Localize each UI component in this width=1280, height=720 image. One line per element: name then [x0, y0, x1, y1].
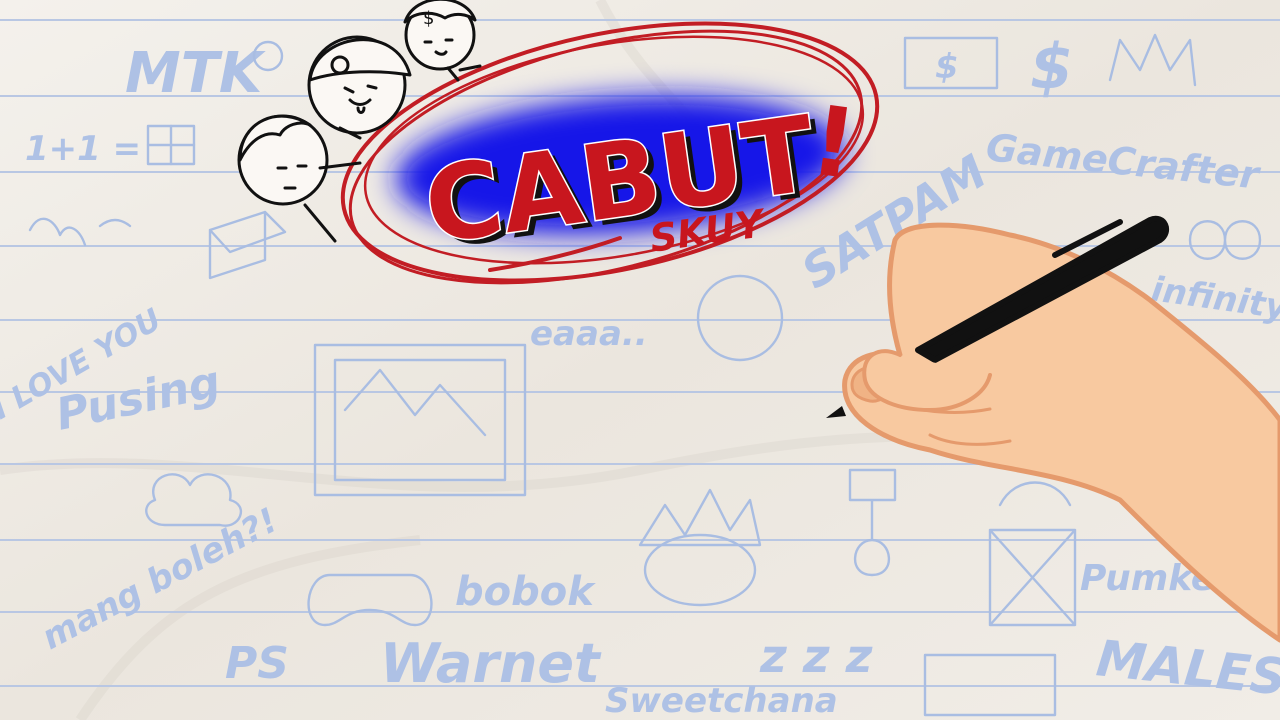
doodle-bobok: bobok	[455, 569, 596, 615]
doodle-sweet: Sweetchana	[605, 681, 838, 720]
scene-canvas: MTK 1+1 = I LOVE YOU Pusing eaaa.. mang …	[0, 0, 1280, 720]
doodle-eaaa: eaaa..	[530, 314, 648, 354]
doodle-math: 1+1 =	[25, 129, 141, 169]
game-scene: MTK 1+1 = I LOVE YOU Pusing eaaa.. mang …	[0, 0, 1280, 720]
doodle-ps: PS	[225, 638, 289, 689]
dollar-sign-icon: $	[1030, 30, 1073, 103]
dollar-hair-icon: $	[423, 8, 434, 29]
doodle-mtk: MTK	[125, 41, 266, 106]
doodle-zzz: z z z	[759, 629, 873, 683]
doodle-warnet: Warnet	[380, 632, 602, 695]
dollar-bill-symbol: $	[935, 47, 959, 87]
